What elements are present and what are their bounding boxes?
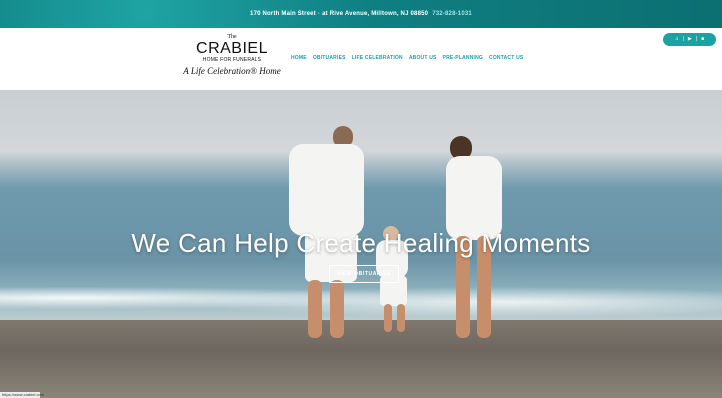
logo-name: CRABIEL — [196, 40, 268, 57]
nav-item-contact-us[interactable]: CONTACT US — [489, 55, 523, 61]
beach-sand — [0, 320, 722, 398]
nav-item-about-us[interactable]: ABOUT US — [409, 55, 437, 61]
music-icon[interactable]: ♫ — [675, 37, 679, 42]
phone-link[interactable]: 732-828-1031 — [432, 11, 472, 17]
hero-banner: We Can Help Create Healing Moments VIEW … — [0, 90, 722, 398]
logo-subtitle: HOME FOR FUNERALS — [202, 57, 262, 63]
site-header: The CRABIEL HOME FOR FUNERALS A Life Cel… — [0, 28, 722, 90]
cross-street-text: at Rive Avenue, Milltown, NJ 08850 — [322, 11, 429, 17]
stop-icon[interactable]: ■ — [701, 37, 704, 42]
logo-tagline: A Life Celebration® Home — [183, 66, 281, 76]
player-separator: | — [682, 36, 684, 42]
site-logo[interactable]: The CRABIEL HOME FOR FUNERALS A Life Cel… — [176, 34, 288, 86]
nav-item-obituaries[interactable]: OBITUARIES — [313, 55, 346, 61]
hero-headline: We Can Help Create Healing Moments — [131, 228, 591, 259]
top-contact-bar: 170 North Main Street · at Rive Avenue, … — [0, 0, 722, 28]
main-nav: HOME OBITUARIES LIFE CELEBRATION ABOUT U… — [291, 55, 523, 61]
nav-item-home[interactable]: HOME — [291, 55, 307, 61]
address-text: 170 North Main Street — [250, 11, 316, 17]
browser-status-url: https://www.crabiel.com — [0, 392, 45, 398]
nav-item-pre-planning[interactable]: PRE-PLANNING — [443, 55, 483, 61]
view-obituaries-button[interactable]: VIEW OBITUARIES — [329, 265, 399, 283]
separator: · — [317, 11, 321, 17]
wave-foam — [0, 278, 722, 318]
nav-item-life-celebration[interactable]: LIFE CELEBRATION — [352, 55, 403, 61]
player-separator-2: | — [695, 36, 698, 42]
music-player: ♫ | ▶ | ■ — [663, 33, 716, 46]
play-icon[interactable]: ▶ — [688, 37, 692, 42]
